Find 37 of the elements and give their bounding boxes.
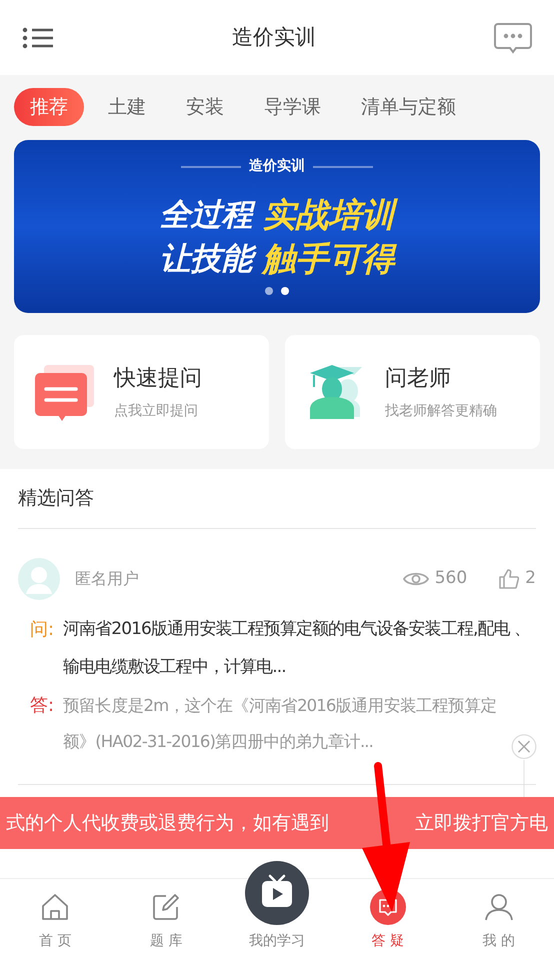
answer-text: 预留长度是2m，这个在《河南省2016版通用安装工程预算定额》(HA02-31-2016)第四册中的弟九章计...: [63, 695, 498, 753]
question-label: 问:: [29, 618, 56, 642]
thumbs-up-icon[interactable]: [499, 569, 520, 589]
card-title: 快速提问: [114, 365, 202, 393]
answer-label: 答:: [29, 694, 56, 718]
question-text: 河南省2016版通用安装工程预算定额的电气设备安装工程,配电 、输电电缆敷设工程中，计算电...: [63, 618, 532, 679]
user-name: 匿名用户: [75, 568, 139, 590]
nav-tab[interactable]: 我的学习: [242, 861, 311, 953]
category-tab[interactable]: 导学课: [248, 88, 337, 126]
banner-headline: 触手可得: [262, 239, 394, 279]
view-count: 560: [434, 567, 468, 590]
category-tab[interactable]: 土建: [92, 88, 162, 126]
card-subtitle: 找老师解答更精确: [385, 402, 497, 421]
message-icon[interactable]: [494, 22, 532, 54]
eye-icon: [402, 570, 429, 588]
nav-tab[interactable]: 首 页: [0, 879, 111, 953]
category-tab[interactable]: 清单与定额: [345, 88, 472, 126]
menu-icon[interactable]: [22, 26, 54, 48]
category-tab[interactable]: 推荐: [14, 88, 84, 126]
card-title: 问老师: [385, 365, 452, 393]
nav-tab[interactable]: 我 的: [443, 879, 554, 953]
page-title: 造价实训: [232, 24, 316, 51]
avatar: [18, 558, 60, 600]
category-tab[interactable]: 安装: [170, 88, 240, 126]
edit-icon: [152, 893, 180, 921]
promo-banner[interactable]: 造价实训 全过程 实战培训 让技能 触手可得: [14, 140, 540, 313]
notice-text: 立即拨打官方电: [415, 810, 549, 836]
banner-kicker: 造价实训: [249, 156, 305, 176]
quick-action-card[interactable]: 问老师 找老师解答更精确: [285, 335, 540, 449]
section-title: 精选问答: [18, 469, 536, 529]
notice-text: 式的个人代收费或退费行为，如有遇到: [5, 810, 329, 836]
nav-tab[interactable]: 题 库: [110, 879, 222, 953]
like-count: 2: [525, 567, 536, 590]
quick-action-card[interactable]: 快速提问 点我立即提问: [14, 335, 269, 449]
user-icon: [484, 893, 513, 921]
home-icon: [41, 893, 70, 921]
card-subtitle: 点我立即提问: [114, 402, 199, 421]
